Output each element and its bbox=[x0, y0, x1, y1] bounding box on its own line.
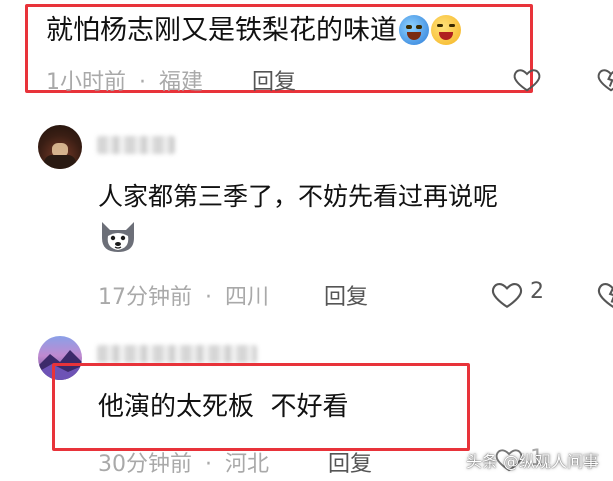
comment-3-time: 30分钟前 bbox=[98, 452, 192, 477]
blue-face-icon bbox=[399, 15, 429, 45]
avatar-user-2[interactable] bbox=[38, 125, 82, 169]
comment-2-time: 17分钟前 bbox=[98, 285, 192, 310]
comment-2-reply-button[interactable]: 回复 bbox=[324, 279, 368, 311]
username-user-3-blurred[interactable] bbox=[97, 345, 257, 363]
comment-1-like-icon[interactable] bbox=[512, 64, 542, 94]
comment-3-location: 河北 bbox=[225, 452, 270, 477]
comment-3-text: 他演的太死板 不好看 bbox=[98, 392, 349, 422]
comment-3-reply-button[interactable]: 回复 bbox=[328, 446, 372, 478]
comment-1-text: 就怕杨志刚又是铁梨花的味道 bbox=[46, 12, 461, 50]
comment-2-dislike-icon[interactable] bbox=[596, 277, 613, 311]
comment-2-location: 四川 bbox=[225, 285, 270, 310]
meta-separator: · bbox=[205, 285, 212, 310]
watermark: 头条 @纵观人间事 bbox=[465, 452, 599, 471]
comment-2-like-icon[interactable] bbox=[490, 277, 524, 311]
comment-1-dislike-icon[interactable] bbox=[596, 64, 613, 94]
comment-1-reply-button[interactable]: 回复 bbox=[252, 64, 296, 92]
comment-2-text: 人家都第三季了，不妨先看过再说呢 bbox=[98, 182, 499, 211]
laughing-face-icon bbox=[431, 15, 461, 45]
comment-1-meta: 1小时前 · 福建 bbox=[46, 64, 204, 95]
comment-1-time: 1小时前 bbox=[46, 70, 126, 95]
meta-separator: · bbox=[205, 452, 212, 477]
username-user-2-blurred[interactable] bbox=[97, 136, 175, 154]
comment-2-meta: 17分钟前 · 四川 bbox=[98, 279, 269, 311]
husky-dog-sticker bbox=[102, 222, 134, 252]
comment-2-like-count: 2 bbox=[530, 279, 544, 304]
comment-1-body: 就怕杨志刚又是铁梨花的味道 bbox=[46, 15, 397, 46]
comment-3-meta: 30分钟前 · 河北 bbox=[98, 446, 269, 478]
comment-1-location: 福建 bbox=[159, 70, 204, 95]
meta-separator: · bbox=[139, 70, 146, 95]
